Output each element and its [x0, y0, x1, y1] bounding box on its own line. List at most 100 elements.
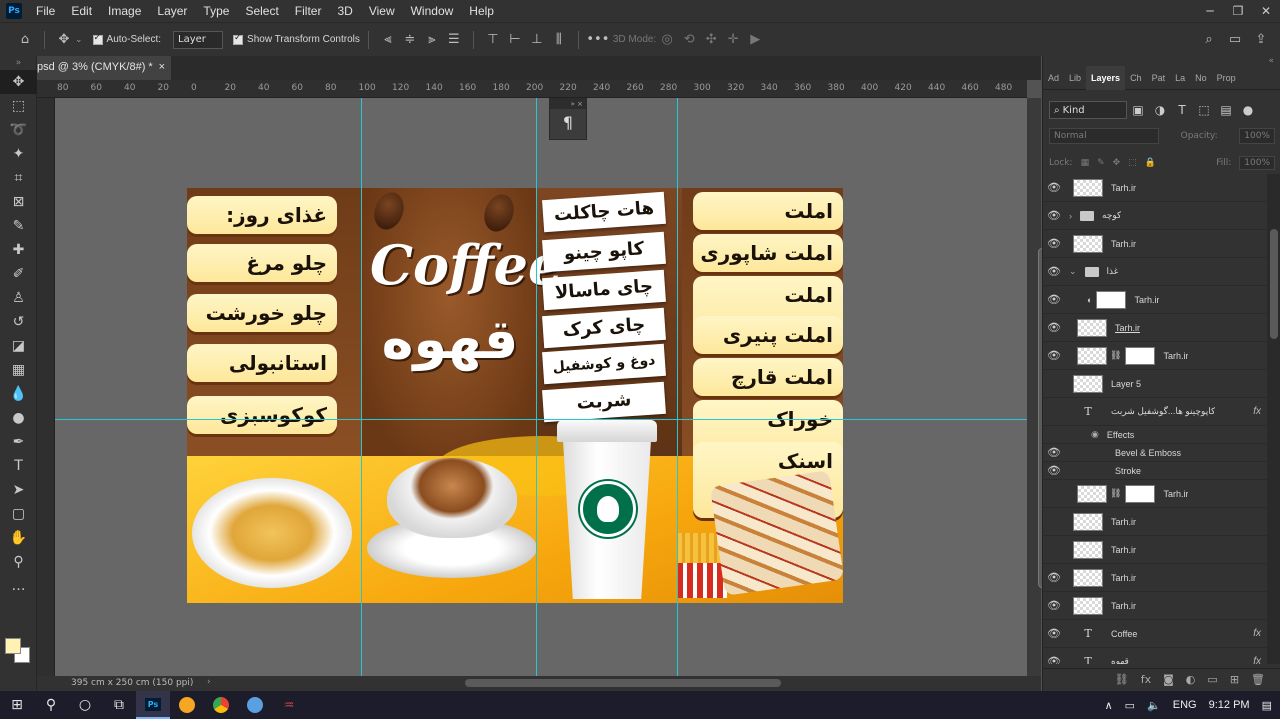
panel-tab-no[interactable]: No: [1190, 73, 1212, 83]
document-tab[interactable]: psd @ 3% (CMYK/8#) * ×: [37, 56, 171, 80]
menu-item-layer[interactable]: Layer: [149, 4, 195, 18]
search-icon[interactable]: ⚲: [34, 691, 68, 719]
lock-transparent-icon[interactable]: ▦: [1081, 158, 1090, 168]
blur-tool-icon[interactable]: 💧: [0, 382, 37, 406]
layer-row[interactable]: Tarh.ir: [1043, 536, 1267, 564]
layer-name[interactable]: Stroke: [1115, 466, 1141, 476]
layer-row[interactable]: ⛓ Tarh.ir: [1043, 480, 1267, 508]
brush-tool-icon[interactable]: ✐: [0, 262, 37, 286]
horizontal-scrollbar-thumb[interactable]: [465, 679, 781, 687]
kind-filter-dropdown[interactable]: ⌕ Kind: [1049, 101, 1127, 119]
layer-row[interactable]: 👁 › کوچه: [1043, 202, 1267, 230]
image-filter-icon[interactable]: ▣: [1127, 103, 1149, 117]
artwork-menu-design[interactable]: غذای روز: چلو مرغ چلو خورشت استانبولی کو…: [187, 188, 843, 603]
start-icon[interactable]: ⊞: [0, 691, 34, 719]
panel-tab-ch[interactable]: Ch: [1125, 73, 1147, 83]
share-icon[interactable]: ⇪: [1250, 29, 1272, 51]
layer-thumbnail[interactable]: [1077, 484, 1107, 503]
distribute-icon[interactable]: ☰: [443, 29, 465, 51]
paragraph-panel[interactable]: » × ¶: [549, 98, 587, 140]
lock-all-icon[interactable]: 🔒: [1145, 158, 1156, 168]
align-right-icon[interactable]: ⫸: [421, 29, 443, 51]
minimize-icon[interactable]: ─: [1196, 0, 1224, 22]
path-selection-tool-icon[interactable]: ➤: [0, 478, 37, 502]
layer-thumbnail[interactable]: [1073, 596, 1103, 615]
layer-row[interactable]: 👁 T Coffee fx: [1043, 620, 1267, 648]
menu-item-file[interactable]: File: [28, 4, 63, 18]
more-options-icon[interactable]: •••: [586, 29, 609, 51]
app-icon-orange[interactable]: [170, 691, 204, 719]
align-left-icon[interactable]: ⫷: [377, 29, 399, 51]
guide-horizontal[interactable]: [55, 419, 1027, 420]
panel-tab-prop[interactable]: Prop: [1212, 73, 1241, 83]
add-mask-icon[interactable]: ◙: [1163, 673, 1174, 686]
layer-effect-row[interactable]: 👁 Bevel & Emboss: [1043, 444, 1267, 462]
align-bottom-icon[interactable]: ⊥: [526, 29, 548, 51]
layer-thumbnail[interactable]: [1073, 512, 1103, 531]
chain-link-icon[interactable]: ⛓: [1110, 350, 1121, 361]
paragraph-panel-header[interactable]: » ×: [550, 99, 586, 109]
network-icon[interactable]: ▭: [1125, 699, 1135, 712]
app-icon-colorful[interactable]: ♒: [272, 691, 306, 719]
guide-vertical[interactable]: [677, 98, 678, 676]
rectangle-tool-icon[interactable]: ▢: [0, 502, 37, 526]
history-brush-tool-icon[interactable]: ↺: [0, 310, 37, 334]
layer-name[interactable]: غذا: [1107, 266, 1119, 277]
eraser-tool-icon[interactable]: ◪: [0, 334, 37, 358]
home-icon[interactable]: ⌂: [14, 29, 36, 51]
layer-row[interactable]: 👁 Tarh.ir: [1043, 230, 1267, 258]
layer-mask-thumbnail[interactable]: [1125, 346, 1156, 365]
new-layer-icon[interactable]: ⊞: [1230, 673, 1239, 686]
gradient-tool-icon[interactable]: ▦: [0, 358, 37, 382]
close-tab-icon[interactable]: ×: [159, 61, 165, 73]
layer-mask-thumbnail[interactable]: [1096, 290, 1127, 309]
chrome-icon[interactable]: [204, 691, 238, 719]
fill-field[interactable]: 100%: [1239, 156, 1275, 170]
panel-tab-la[interactable]: La: [1170, 73, 1190, 83]
layer-fx-icon[interactable]: fx: [1253, 406, 1261, 417]
pen-tool-icon[interactable]: ✒: [0, 430, 37, 454]
slide-3d-icon[interactable]: ✛: [722, 29, 744, 51]
smart-object-filter-icon[interactable]: ▤: [1215, 103, 1237, 117]
layers-scrollbar[interactable]: [1267, 174, 1280, 664]
menu-item-edit[interactable]: Edit: [63, 4, 100, 18]
task-view-icon[interactable]: ⧉: [102, 691, 136, 719]
roll-3d-icon[interactable]: ⟲: [678, 29, 700, 51]
layer-name[interactable]: Tarh.ir: [1163, 489, 1188, 499]
chevron-down-icon[interactable]: ⌄: [75, 35, 83, 45]
panel-collapse-icon[interactable]: »: [0, 56, 37, 70]
vertical-scrollbar[interactable]: [1027, 98, 1046, 676]
layer-fx-icon[interactable]: fx: [1253, 628, 1261, 639]
photoshop-taskbar-icon[interactable]: Ps: [136, 691, 170, 719]
layer-name[interactable]: Tarh.ir: [1111, 517, 1136, 527]
layer-thumbnail[interactable]: [1073, 374, 1103, 393]
blend-mode-dropdown[interactable]: Normal: [1049, 128, 1159, 144]
clone-stamp-tool-icon[interactable]: ♙: [0, 286, 37, 310]
visibility-eye-icon[interactable]: 👁: [1043, 237, 1065, 250]
type-filter-icon[interactable]: T: [1171, 103, 1193, 117]
panel-tab-ad[interactable]: Ad: [1043, 73, 1064, 83]
adjustment-layer-icon[interactable]: ◐: [1186, 673, 1196, 686]
menu-item-type[interactable]: Type: [195, 4, 237, 18]
layer-row[interactable]: 👁 Tarh.ir: [1043, 174, 1267, 202]
layer-name[interactable]: Coffee: [1111, 629, 1137, 639]
layer-row[interactable]: 👁 Tarh.ir: [1043, 564, 1267, 592]
visibility-eye-icon[interactable]: 👁: [1043, 265, 1065, 278]
visibility-eye-icon[interactable]: 👁: [1043, 571, 1065, 584]
align-middle-icon[interactable]: ⊢: [504, 29, 526, 51]
align-top-icon[interactable]: ⊤: [482, 29, 504, 51]
drag-3d-icon[interactable]: ✣: [700, 29, 722, 51]
eyedropper-tool-icon[interactable]: ✎: [0, 214, 37, 238]
layer-name[interactable]: Tarh.ir: [1115, 323, 1140, 333]
layer-thumbnail[interactable]: [1073, 178, 1103, 197]
volume-icon[interactable]: 🔈: [1147, 699, 1161, 712]
layer-name[interactable]: Tarh.ir: [1134, 295, 1159, 305]
layer-thumbnail[interactable]: [1073, 540, 1103, 559]
menu-item-image[interactable]: Image: [100, 4, 149, 18]
panel-tab-lib[interactable]: Lib: [1064, 73, 1086, 83]
move-tool-icon[interactable]: ✥: [53, 29, 75, 51]
layer-name[interactable]: Tarh.ir: [1163, 351, 1188, 361]
app-icon-blue[interactable]: [238, 691, 272, 719]
layer-row[interactable]: Tarh.ir: [1043, 508, 1267, 536]
foreground-color-swatch[interactable]: [5, 638, 21, 654]
